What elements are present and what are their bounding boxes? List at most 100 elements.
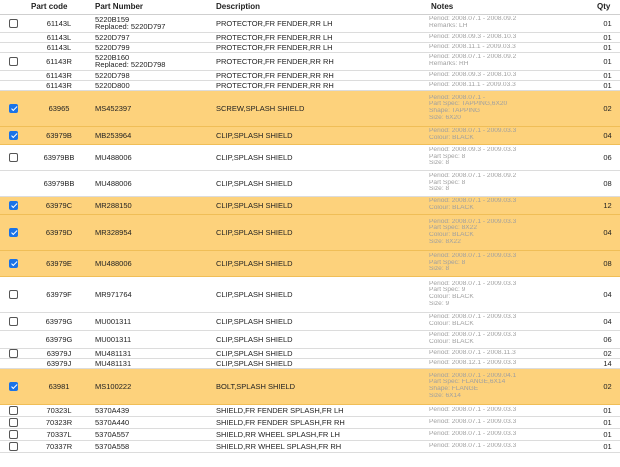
- table-row[interactable]: 63979C MR288150 CLIP,SPLASH SHIELD Period: …: [0, 196, 620, 215]
- row-checkbox[interactable]: [9, 258, 18, 268]
- row-checkbox[interactable]: [9, 289, 18, 299]
- part-description: CLIP,SPLASH SHIELD: [212, 312, 427, 331]
- notes-line: Part Spec: 8: [429, 259, 466, 266]
- part-description: BOLT,SPLASH SHIELD: [212, 368, 427, 405]
- row-checkbox[interactable]: [9, 316, 18, 326]
- part-code: 63979BB: [27, 170, 91, 197]
- table-row[interactable]: 63979E MU488006 CLIP,SPLASH SHIELD Period: …: [0, 250, 620, 277]
- notes-line: Period: 2008.12.1 - 2009.03.3: [429, 359, 517, 366]
- table-row[interactable]: 63979G MU001311 CLIP,SPLASH SHIELD Period: …: [0, 312, 620, 331]
- table-row[interactable]: 61143R 5220D798 PROTECTOR,FR FENDER,RR RH P…: [0, 70, 620, 81]
- header-part-number[interactable]: Part Number: [91, 0, 212, 15]
- part-number-line: 5220D799: [95, 43, 130, 51]
- part-notes: Period: 2008.07.1 - 2009.03.3: [427, 404, 595, 417]
- row-checkbox[interactable]: [9, 227, 18, 237]
- notes-line: Part Spec: 8: [429, 179, 466, 186]
- part-description: PROTECTOR,FR FENDER,RR LH: [212, 32, 427, 43]
- header-notes[interactable]: Notes: [427, 0, 595, 15]
- table-row[interactable]: 63979D MR328954 CLIP,SPLASH SHIELD Period: …: [0, 214, 620, 251]
- part-description: SHIELD,FR FENDER SPLASH,FR RH: [212, 416, 427, 429]
- table-row[interactable]: 63979G MU001311 CLIP,SPLASH SHIELD Period: …: [0, 330, 620, 349]
- table-row[interactable]: 63979B MB253964 CLIP,SPLASH SHIELD Period: …: [0, 126, 620, 145]
- part-number-line: 5220B160: [95, 54, 130, 61]
- part-notes: Period: 2008.07.1 - 2009.03.3 Colour: BLA…: [427, 126, 595, 145]
- table-row[interactable]: 70323R 5370A440 SHIELD,FR FENDER SPLASH,FR…: [0, 416, 620, 429]
- part-qty: 04: [595, 312, 620, 331]
- notes-line: Colour: BLACK: [429, 294, 474, 300]
- table-row[interactable]: 63979F MR971764 CLIP,SPLASH SHIELD Period: …: [0, 276, 620, 313]
- part-qty: 04: [595, 276, 620, 313]
- row-checkbox[interactable]: [9, 18, 18, 28]
- part-qty: 01: [595, 70, 620, 81]
- part-qty: 08: [595, 170, 620, 197]
- part-qty: 06: [595, 330, 620, 349]
- row-select-cell: [0, 214, 27, 251]
- row-checkbox[interactable]: [9, 152, 18, 162]
- row-checkbox[interactable]: [9, 405, 18, 415]
- row-checkbox[interactable]: [9, 381, 18, 391]
- part-number: MU488006: [91, 170, 212, 197]
- part-qty: 01: [595, 404, 620, 417]
- part-qty: 04: [595, 126, 620, 145]
- notes-line: Shape: TAPPING: [429, 108, 481, 114]
- part-description: CLIP,SPLASH SHIELD: [212, 170, 427, 197]
- notes-line: Part Spec: 9: [429, 287, 466, 294]
- table-row[interactable]: 70337L 5370A557 SHIELD,RR WHEEL SPLASH,FR …: [0, 428, 620, 441]
- notes-line: Period: 2008.11.1 - 2009.03.3: [429, 43, 516, 50]
- part-number-line: MR288150: [95, 201, 132, 209]
- row-checkbox[interactable]: [9, 417, 18, 427]
- part-qty: 02: [595, 348, 620, 359]
- table-row[interactable]: 63979BB MU488006 CLIP,SPLASH SHIELD Period:…: [0, 170, 620, 197]
- row-select-cell: [0, 70, 27, 81]
- notes-line: Colour: BLACK: [429, 135, 474, 141]
- notes-line: Period: 2008.07.1 -: [429, 94, 486, 101]
- part-code: 63979G: [27, 330, 91, 349]
- table-row[interactable]: 61143L 5220B159 Replaced: 5220D797 PROTECTO…: [0, 14, 620, 33]
- row-checkbox[interactable]: [9, 441, 18, 451]
- part-code: 63979F: [27, 276, 91, 313]
- row-checkbox[interactable]: [9, 56, 18, 66]
- row-checkbox[interactable]: [9, 130, 18, 140]
- part-qty: 04: [595, 214, 620, 251]
- row-select-cell: [0, 368, 27, 405]
- notes-line: Period: 2008.07.1 - 2009.04.1: [429, 372, 517, 379]
- table-row[interactable]: 61143R 5220B160 Replaced: 5220D798 PROTECTO…: [0, 52, 620, 71]
- header-qty[interactable]: Qty: [595, 0, 620, 15]
- notes-line: Period: 2008.07.1 - 2008.09.2: [429, 54, 517, 61]
- row-select-cell: [0, 276, 27, 313]
- table-row[interactable]: 70337R 5370A558 SHIELD,RR WHEEL SPLASH,FR …: [0, 440, 620, 453]
- table-row[interactable]: 70323L 5370A439 SHIELD,FR FENDER SPLASH,FR…: [0, 404, 620, 417]
- table-row[interactable]: 61143L 5220D799 PROTECTOR,FR FENDER,RR LH P…: [0, 42, 620, 53]
- row-checkbox[interactable]: [9, 429, 18, 439]
- table-row[interactable]: 61143R 5220D800 PROTECTOR,FR FENDER,RR RH P…: [0, 80, 620, 91]
- part-qty: 01: [595, 14, 620, 33]
- part-code: 63979B: [27, 126, 91, 145]
- part-notes: Period: 2008.07.1 - 2008.09.2 Part Spec: …: [427, 170, 595, 197]
- table-row[interactable]: 63981 MS100222 BOLT,SPLASH SHIELD Period: 2…: [0, 368, 620, 405]
- part-notes: Period: 2008.07.1 - 2009.03.3 Colour: BLA…: [427, 196, 595, 215]
- row-checkbox[interactable]: [9, 348, 18, 358]
- row-select-cell: [0, 32, 27, 43]
- part-number-line: MR328954: [95, 228, 132, 236]
- part-code: 63979J: [27, 348, 91, 359]
- part-notes: Period: 2008.07.1 - 2009.03.3 Part Spec: …: [427, 214, 595, 251]
- table-row[interactable]: 63965 MS452397 SCREW,SPLASH SHIELD Period: …: [0, 90, 620, 127]
- notes-line: Period: 2008.07.1 - 2009.03.3: [429, 218, 517, 225]
- table-row[interactable]: 63979J MU481131 CLIP,SPLASH SHIELD Period: …: [0, 348, 620, 359]
- part-qty: 02: [595, 90, 620, 127]
- table-row[interactable]: 63979J MU481131 CLIP,SPLASH SHIELD Period: …: [0, 358, 620, 369]
- table-row[interactable]: 63979BB MU488006 CLIP,SPLASH SHIELD Period:…: [0, 144, 620, 171]
- table-row[interactable]: 61143L 5220D797 PROTECTOR,FR FENDER,RR LH P…: [0, 32, 620, 43]
- part-notes: Period: 2008.07.1 - 2008.11.3: [427, 348, 595, 359]
- row-select-cell: [0, 312, 27, 331]
- row-checkbox[interactable]: [9, 200, 18, 210]
- part-description: PROTECTOR,FR FENDER,RR LH: [212, 42, 427, 53]
- notes-line: Size: 8: [429, 160, 450, 167]
- part-description: CLIP,SPLASH SHIELD: [212, 250, 427, 277]
- row-checkbox[interactable]: [9, 103, 18, 113]
- header-description[interactable]: Description: [212, 0, 427, 15]
- part-number-line: 5370A439: [95, 406, 130, 414]
- header-part-code[interactable]: Part code: [27, 0, 91, 15]
- part-code: 61143L: [27, 42, 91, 53]
- part-notes: Period: 2008.07.1 - 2009.03.3 Colour: BLA…: [427, 330, 595, 349]
